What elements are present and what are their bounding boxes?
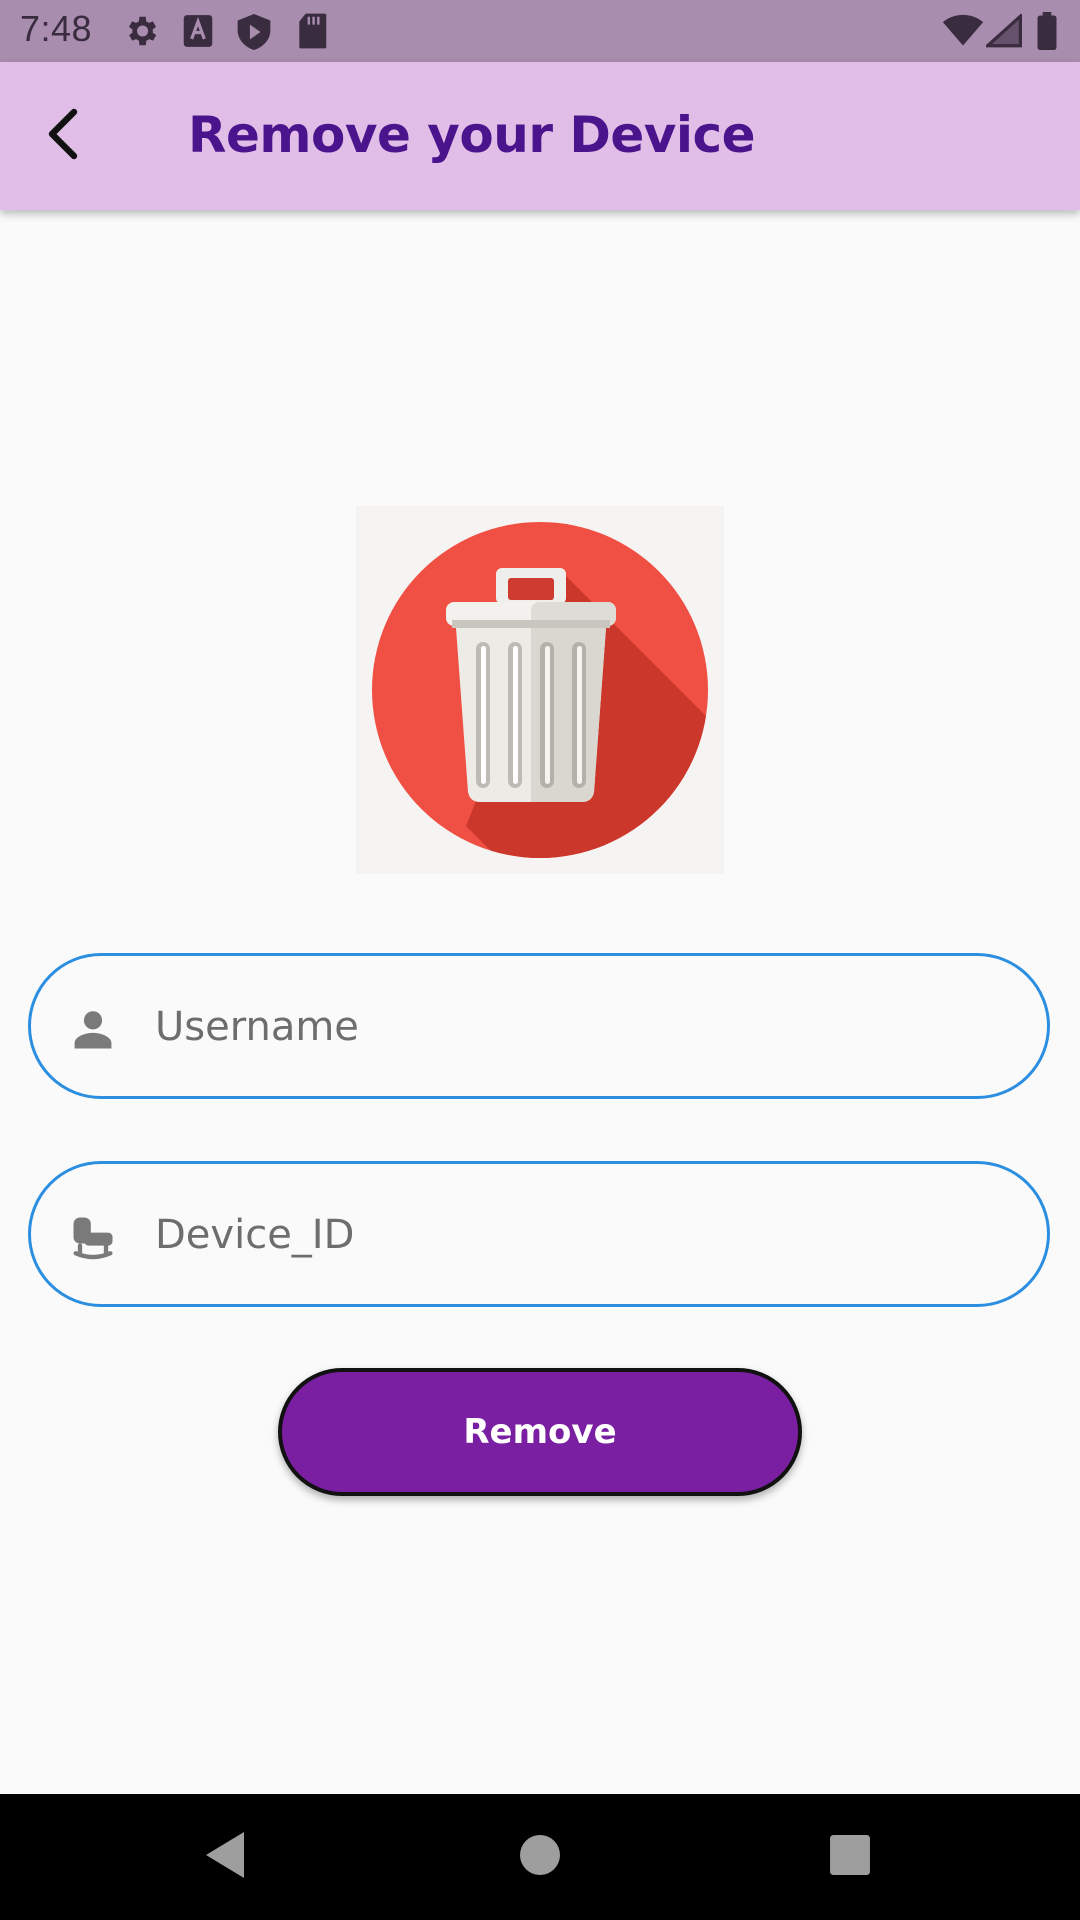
device-chair-icon (67, 1211, 119, 1263)
trash-can-icon (372, 522, 708, 858)
trash-illustration (356, 506, 724, 874)
screen: 7:48 Remove your Device Username Device_… (0, 0, 1080, 1920)
person-icon (67, 1003, 119, 1055)
chevron-left-icon (44, 108, 84, 165)
nav-bar (0, 1794, 1080, 1920)
app-bar: Remove your Device (0, 62, 1080, 210)
wifi-icon (942, 14, 984, 53)
page-title: Remove your Device (188, 106, 756, 164)
settings-icon (122, 12, 160, 55)
nav-home-button[interactable] (510, 1827, 570, 1887)
username-field[interactable] (28, 953, 1050, 1099)
font-a-icon (182, 12, 214, 55)
remove-button[interactable]: Remove (278, 1368, 802, 1496)
home-circle-icon (518, 1833, 562, 1882)
battery-icon (1036, 12, 1058, 55)
username-input[interactable] (153, 986, 1017, 1068)
back-button[interactable] (24, 96, 104, 176)
shield-play-icon (236, 12, 272, 57)
back-triangle-icon (204, 1830, 248, 1885)
nav-back-button[interactable] (196, 1827, 256, 1887)
device-id-field[interactable] (28, 1161, 1050, 1307)
device-id-input[interactable] (153, 1194, 1017, 1276)
sd-card-icon (296, 12, 328, 55)
nav-recents-button[interactable] (820, 1827, 880, 1887)
recents-square-icon (829, 1834, 871, 1881)
status-bar: 7:48 (0, 0, 1080, 62)
signal-icon (983, 12, 1022, 53)
status-time: 7:48 (20, 8, 93, 49)
